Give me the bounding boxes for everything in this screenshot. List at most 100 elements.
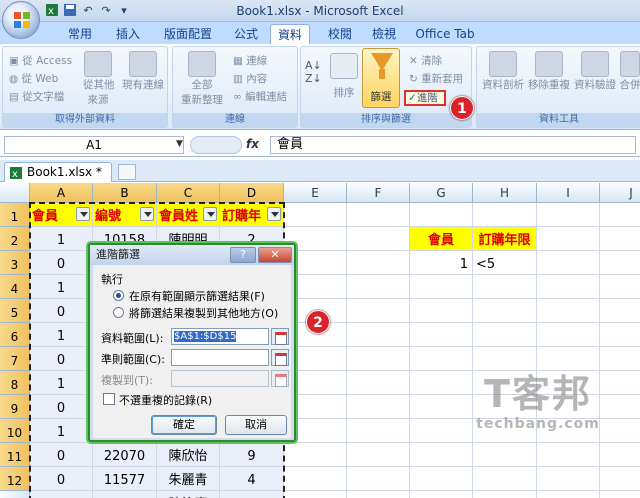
properties-button[interactable]: ▥ 內容 xyxy=(233,71,267,86)
filter-button[interactable]: 篩選 xyxy=(362,48,400,108)
data-validation-button[interactable]: 資料驗證 xyxy=(573,51,617,92)
column-header-C[interactable]: C xyxy=(157,183,220,203)
cell-J5[interactable] xyxy=(600,299,640,323)
cell-E12[interactable] xyxy=(284,467,347,491)
cell-J13[interactable] xyxy=(600,491,640,498)
row-header-13[interactable]: 13 xyxy=(0,491,30,498)
dialog-close-button[interactable]: ✕ xyxy=(258,247,292,263)
row-header-6[interactable]: 6 xyxy=(0,323,30,347)
radio-filter-inplace-label[interactable]: 在原有範圍顯示篩選結果(F) xyxy=(129,288,265,304)
row-header-5[interactable]: 5 xyxy=(0,299,30,323)
cell-G13[interactable] xyxy=(410,491,473,498)
cell-G2[interactable]: 會員 xyxy=(410,227,473,251)
cell-F2[interactable] xyxy=(347,227,410,251)
column-header-A[interactable]: A xyxy=(30,183,93,203)
reapply-button[interactable]: ↻ 重新套用 xyxy=(409,71,463,86)
tab-view[interactable]: 檢視 xyxy=(364,24,404,44)
row-header-12[interactable]: 12 xyxy=(0,467,30,491)
cell-I1[interactable] xyxy=(537,203,600,227)
unique-records-checkbox[interactable] xyxy=(103,393,115,405)
row-header-10[interactable]: 10 xyxy=(0,419,30,443)
radio-filter-inplace[interactable] xyxy=(113,290,124,301)
cell-J7[interactable] xyxy=(600,347,640,371)
cell-J1[interactable] xyxy=(600,203,640,227)
cell-I3[interactable] xyxy=(537,251,600,275)
row-header-2[interactable]: 2 xyxy=(0,227,30,251)
cell-F7[interactable] xyxy=(347,347,410,371)
column-header-H[interactable]: H xyxy=(473,183,537,203)
cell-J3[interactable] xyxy=(600,251,640,275)
cell-I6[interactable] xyxy=(537,323,600,347)
cell-F13[interactable] xyxy=(347,491,410,498)
existing-connections-button[interactable]: 現有連線 xyxy=(121,51,165,92)
from-web-button[interactable]: ◍ 從 Web xyxy=(9,71,58,86)
new-tab-icon[interactable] xyxy=(118,164,136,180)
insert-function-button[interactable]: fx xyxy=(246,137,259,151)
connections-button[interactable]: ▦ 連線 xyxy=(233,53,267,68)
sort-button[interactable]: 排序 xyxy=(329,53,359,100)
unique-records-label[interactable]: 不選重複的記錄(R) xyxy=(119,392,212,408)
cell-E1[interactable] xyxy=(284,203,347,227)
cell-H2[interactable]: 訂購年限 xyxy=(473,227,537,251)
cell-G1[interactable] xyxy=(410,203,473,227)
list-range-input[interactable]: $A$1:$D$15 xyxy=(171,328,269,345)
radio-copy-elsewhere[interactable] xyxy=(113,307,124,318)
cell-I12[interactable] xyxy=(537,467,600,491)
cell-F11[interactable] xyxy=(347,443,410,467)
from-other-sources-button[interactable]: 從其他 來源 xyxy=(83,51,115,107)
cell-I5[interactable] xyxy=(537,299,600,323)
ok-button[interactable]: 確定 xyxy=(151,415,217,435)
text-to-columns-button[interactable]: 資料剖析 xyxy=(481,51,525,92)
cell-F12[interactable] xyxy=(347,467,410,491)
cell-H7[interactable] xyxy=(473,347,537,371)
criteria-range-collapse-icon[interactable] xyxy=(271,349,289,366)
select-all-corner[interactable] xyxy=(0,183,30,203)
column-header-D[interactable]: D xyxy=(220,183,284,203)
tab-review[interactable]: 校閱 xyxy=(320,24,360,44)
cell-J6[interactable] xyxy=(600,323,640,347)
sort-az-icon[interactable]: A↓ Z↓ xyxy=(305,59,322,85)
cell-H11[interactable] xyxy=(473,443,537,467)
cell-G4[interactable] xyxy=(410,275,473,299)
cell-H6[interactable] xyxy=(473,323,537,347)
tab-home[interactable]: 常用 xyxy=(60,24,100,44)
column-header-F[interactable]: F xyxy=(347,183,410,203)
tab-office-tab[interactable]: Office Tab xyxy=(410,24,480,44)
tab-insert[interactable]: 插入 xyxy=(108,24,148,44)
cell-H1[interactable] xyxy=(473,203,537,227)
cell-I7[interactable] xyxy=(537,347,600,371)
cell-F8[interactable] xyxy=(347,371,410,395)
formula-input[interactable]: 會員 xyxy=(270,136,636,154)
column-header-J[interactable]: J xyxy=(600,183,640,203)
clear-button[interactable]: ✕ 清除 xyxy=(409,53,442,68)
cell-F4[interactable] xyxy=(347,275,410,299)
cell-F3[interactable] xyxy=(347,251,410,275)
row-header-4[interactable]: 4 xyxy=(0,275,30,299)
consolidate-button[interactable]: 合併 xyxy=(619,51,640,92)
cell-H3[interactable]: <5 xyxy=(473,251,537,275)
row-header-11[interactable]: 11 xyxy=(0,443,30,467)
cell-F1[interactable] xyxy=(347,203,410,227)
list-range-collapse-icon[interactable] xyxy=(271,328,289,345)
column-header-B[interactable]: B xyxy=(93,183,157,203)
column-header-E[interactable]: E xyxy=(284,183,347,203)
cell-E13[interactable] xyxy=(284,491,347,498)
column-header-G[interactable]: G xyxy=(410,183,473,203)
radio-copy-elsewhere-label[interactable]: 將篩選結果複製到其他地方(O) xyxy=(129,305,278,321)
cancel-button[interactable]: 取消 xyxy=(225,415,287,435)
edit-links-button[interactable]: ∞ 編輯連結 xyxy=(233,89,287,104)
dialog-help-button[interactable]: ? xyxy=(230,247,256,263)
name-box[interactable]: A1 xyxy=(4,136,184,154)
cell-I4[interactable] xyxy=(537,275,600,299)
cell-H4[interactable] xyxy=(473,275,537,299)
office-button[interactable] xyxy=(2,1,40,39)
from-text-button[interactable]: ▤ 從文字檔 xyxy=(9,89,64,104)
from-access-button[interactable]: ▣ 從 Access xyxy=(9,53,72,68)
cell-G12[interactable] xyxy=(410,467,473,491)
tab-data[interactable]: 資料 xyxy=(270,24,310,44)
cell-G6[interactable] xyxy=(410,323,473,347)
tab-page-layout[interactable]: 版面配置 xyxy=(156,24,220,44)
cell-F9[interactable] xyxy=(347,395,410,419)
cell-F10[interactable] xyxy=(347,419,410,443)
column-header-I[interactable]: I xyxy=(537,183,600,203)
